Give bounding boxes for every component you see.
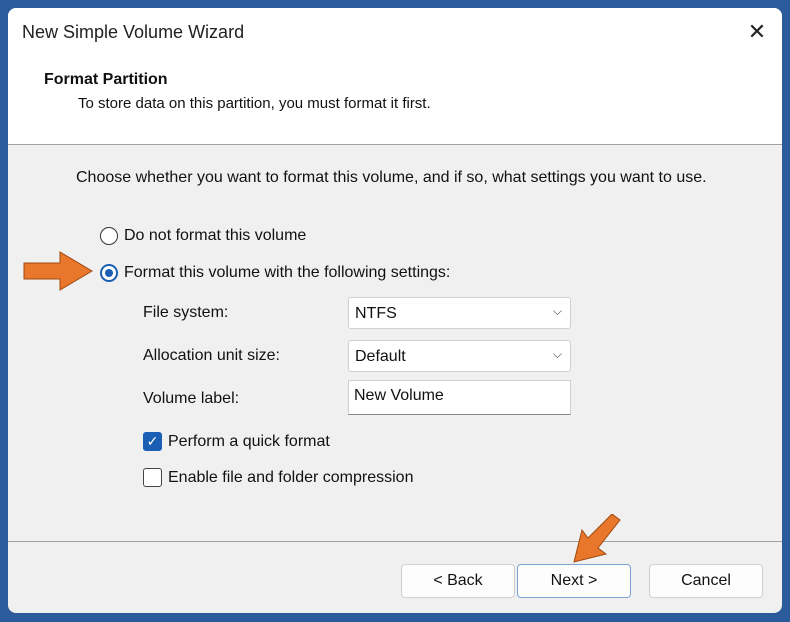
file-system-select[interactable]: NTFS ⌵ <box>348 297 571 329</box>
file-system-label: File system: <box>143 304 229 321</box>
compression-checkbox[interactable] <box>143 468 162 487</box>
chevron-down-icon: ⌵ <box>552 304 562 318</box>
close-icon[interactable]: ✕ <box>742 17 772 47</box>
radio-format-volume-label[interactable]: Format this volume with the following se… <box>124 264 450 282</box>
arrow-pointer-icon <box>573 514 621 563</box>
allocation-unit-value: Default <box>355 348 406 365</box>
page-subtitle: To store data on this partition, you mus… <box>78 95 431 112</box>
cancel-button[interactable]: Cancel <box>649 564 763 598</box>
volume-label-input[interactable]: New Volume <box>348 380 571 415</box>
wizard-header: New Simple Volume Wizard ✕ Format Partit… <box>8 8 782 145</box>
wizard-window: New Simple Volume Wizard ✕ Format Partit… <box>8 8 782 613</box>
quick-format-label[interactable]: Perform a quick format <box>168 433 330 451</box>
file-system-value: NTFS <box>355 305 397 322</box>
radio-do-not-format[interactable] <box>100 227 118 245</box>
window-title: New Simple Volume Wizard <box>22 22 245 42</box>
quick-format-checkbox[interactable]: ✓ <box>143 432 162 451</box>
compression-label[interactable]: Enable file and folder compression <box>168 469 413 487</box>
radio-format-volume[interactable] <box>100 264 118 282</box>
allocation-unit-label: Allocation unit size: <box>143 347 280 364</box>
arrow-pointer-icon <box>23 251 93 291</box>
instruction-text: Choose whether you want to format this v… <box>76 169 707 186</box>
page-title: Format Partition <box>44 71 168 88</box>
footer-divider <box>8 541 782 542</box>
volume-label-label: Volume label: <box>143 390 240 407</box>
radio-do-not-format-label[interactable]: Do not format this volume <box>124 227 306 245</box>
chevron-down-icon: ⌵ <box>552 347 562 361</box>
back-button[interactable]: < Back <box>401 564 515 598</box>
allocation-unit-select[interactable]: Default ⌵ <box>348 340 571 372</box>
next-button[interactable]: Next > <box>517 564 631 598</box>
